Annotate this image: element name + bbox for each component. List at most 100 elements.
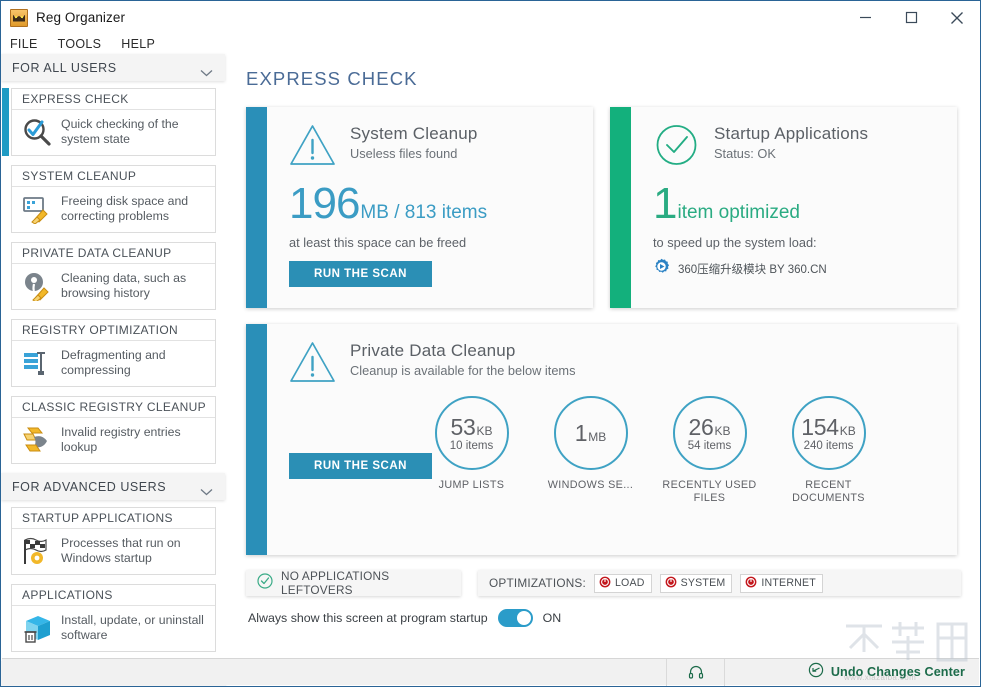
startup-toggle-label: Always show this screen at program start… xyxy=(248,611,488,625)
brush-puzzle-icon xyxy=(22,425,52,455)
circle-value: 53 xyxy=(450,414,476,440)
status-bar: Undo Changes Center xyxy=(2,658,979,686)
sidebar-group-items-for-all-users: EXPRESS CHECK Quick checking of the syst… xyxy=(1,81,229,464)
card-subtitle: Cleanup is available for the below items xyxy=(350,363,576,378)
box-trash-icon xyxy=(22,613,52,643)
undo-changes-center-label: Undo Changes Center xyxy=(830,665,965,679)
sidebar-item-title: CLASSIC REGISTRY CLEANUP xyxy=(12,397,215,418)
run-the-scan-button[interactable]: RUN THE SCAN xyxy=(289,453,432,479)
card-metric: 1 item optimized xyxy=(653,182,941,226)
optimization-badge-internet[interactable]: INTERNET xyxy=(740,573,823,593)
circle-unit: KB xyxy=(476,424,493,438)
monitor-broom-icon xyxy=(22,194,52,225)
close-icon[interactable] xyxy=(934,1,980,34)
top-cards-row: System Cleanup Useless files found 196 M… xyxy=(246,107,961,308)
registry-stack-icon xyxy=(22,348,52,378)
sidebar: FOR ALL USERS EXPRESS CHECK Quick checki… xyxy=(1,54,229,686)
circle-unit: KB xyxy=(714,424,731,438)
circle-label: RECENTLY USED FILES xyxy=(662,479,757,504)
optimizations-label: OPTIMIZATIONS: xyxy=(489,576,586,590)
optimization-badge-label: SYSTEM xyxy=(680,577,726,589)
card-private-data-cleanup: Private Data Cleanup Cleanup is availabl… xyxy=(246,324,957,555)
undo-changes-center-button[interactable]: Undo Changes Center xyxy=(725,659,979,686)
private-data-circle[interactable]: 53 KB 10 items JUMP LISTS xyxy=(423,396,520,505)
run-the-scan-button[interactable]: RUN THE SCAN xyxy=(289,261,432,287)
startup-toggle-switch[interactable] xyxy=(497,609,533,627)
leftovers-label: NO APPLICATIONS LEFTOVERS xyxy=(281,569,390,597)
private-data-circle[interactable]: 1 MB WINDOWS SE... xyxy=(542,396,639,505)
sidebar-group-label: FOR ADVANCED USERS xyxy=(12,479,167,494)
sidebar-group-items-for-advanced-users: STARTUP APPLICATIONS Processes that run … xyxy=(1,500,229,652)
sidebar-item-title: EXPRESS CHECK xyxy=(12,89,215,110)
optimization-badge-label: LOAD xyxy=(614,577,645,589)
sidebar-item-desc: Defragmenting and compressing xyxy=(61,348,166,377)
card-system-cleanup: System Cleanup Useless files found 196 M… xyxy=(246,107,593,308)
sidebar-group-label: FOR ALL USERS xyxy=(12,60,117,75)
startup-item-label: 360压缩升级模块 BY 360.CN xyxy=(678,264,827,276)
menu-item-help[interactable]: HELP xyxy=(121,37,155,51)
optimization-badge-label: INTERNET xyxy=(761,577,816,589)
menu-item-tools[interactable]: TOOLS xyxy=(58,37,102,51)
application-window: Reg Organizer FILE TOOLS HELP FOR ALL US… xyxy=(0,0,981,687)
circle-value: 154 xyxy=(801,414,839,440)
circle-unit: KB xyxy=(839,424,856,438)
app-logo-icon xyxy=(10,8,28,27)
power-off-icon xyxy=(599,576,611,591)
sidebar-item-desc: Processes that run on Windows startup xyxy=(61,536,181,565)
warning-triangle-icon xyxy=(289,123,336,172)
sidebar-item-system-cleanup[interactable]: SYSTEM CLEANUP Freeing disk space and co… xyxy=(11,165,216,233)
circle-items: 10 items xyxy=(449,440,494,452)
card-accent-stripe xyxy=(610,107,631,308)
check-circle-icon xyxy=(257,572,273,594)
sidebar-item-title: STARTUP APPLICATIONS xyxy=(12,508,215,529)
sidebar-item-desc: Install, update, or uninstall software xyxy=(61,613,204,642)
sidebar-item-express-check[interactable]: EXPRESS CHECK Quick checking of the syst… xyxy=(2,88,216,156)
private-data-circle[interactable]: 26 KB 54 items RECENTLY USED FILES xyxy=(661,396,758,505)
sidebar-item-private-data-cleanup[interactable]: PRIVATE DATA CLEANUP Cleaning data, such… xyxy=(11,242,216,310)
optimizations-box: OPTIMIZATIONS: LOAD SYSTEM INTERNET xyxy=(478,570,961,596)
card-startup-applications: Startup Applications Status: OK 1 item o… xyxy=(610,107,957,308)
card-metric-value: 1 xyxy=(653,179,678,228)
optimization-badge-system[interactable]: SYSTEM xyxy=(659,573,733,593)
sidebar-item-registry-optimization[interactable]: REGISTRY OPTIMIZATION Defragmenting and … xyxy=(11,319,216,387)
card-metric-unit: item optimized xyxy=(677,202,800,223)
card-metric: 196 MB / 813 items xyxy=(289,182,577,226)
sidebar-item-startup-applications[interactable]: STARTUP APPLICATIONS Processes that run … xyxy=(11,507,216,575)
sidebar-item-classic-registry-cleanup[interactable]: CLASSIC REGISTRY CLEANUP Invalid registr… xyxy=(11,396,216,464)
circle-items: 240 items xyxy=(803,440,854,452)
sidebar-group-for-advanced-users[interactable]: FOR ADVANCED USERS xyxy=(1,473,225,500)
circle-items: 54 items xyxy=(687,440,732,452)
power-off-icon xyxy=(745,576,757,591)
card-note: at least this space can be freed xyxy=(289,235,467,250)
startup-optimized-item: 360压缩升级模块 BY 360.CN xyxy=(653,258,941,280)
card-metric-unit: MB / 813 items xyxy=(360,202,488,223)
chevron-down-icon xyxy=(200,483,213,495)
card-note: to speed up the system load: xyxy=(653,235,817,250)
sidebar-item-title: REGISTRY OPTIMIZATION xyxy=(12,320,215,341)
minimize-icon[interactable] xyxy=(842,1,888,34)
sidebar-item-applications[interactable]: APPLICATIONS Install, update, or uninsta… xyxy=(11,584,216,652)
headphones-icon[interactable] xyxy=(667,658,725,686)
circle-label: JUMP LISTS xyxy=(438,479,505,491)
circle-value: 1 xyxy=(574,420,588,446)
card-title: Private Data Cleanup xyxy=(350,341,516,360)
status-bar-cell-empty xyxy=(2,658,667,686)
power-off-icon xyxy=(665,576,677,591)
card-title: System Cleanup xyxy=(350,124,478,143)
menu-bar: FILE TOOLS HELP xyxy=(1,34,980,54)
sidebar-group-for-all-users[interactable]: FOR ALL USERS xyxy=(1,54,225,81)
circle-label: WINDOWS SE... xyxy=(547,479,634,491)
sidebar-item-desc: Invalid registry entries lookup xyxy=(61,425,181,454)
sidebar-item-title: SYSTEM CLEANUP xyxy=(12,166,215,187)
menu-item-file[interactable]: FILE xyxy=(10,37,38,51)
maximize-icon[interactable] xyxy=(888,1,934,34)
card-title: Startup Applications xyxy=(714,124,869,143)
sidebar-item-desc: Cleaning data, such as browsing history xyxy=(61,271,187,300)
private-data-circles: 53 KB 10 items JUMP LISTS 1 MB WINDOWS S… xyxy=(423,396,941,505)
warning-triangle-icon xyxy=(289,340,336,389)
private-data-circle[interactable]: 154 KB 240 items RECENT DOCUMENTS xyxy=(780,396,877,505)
main-content: EXPRESS CHECK System Cleanup Useless fil… xyxy=(229,54,980,642)
privacy-broom-icon xyxy=(22,271,52,303)
optimization-badge-load[interactable]: LOAD xyxy=(593,573,652,593)
chevron-down-icon xyxy=(200,64,213,76)
